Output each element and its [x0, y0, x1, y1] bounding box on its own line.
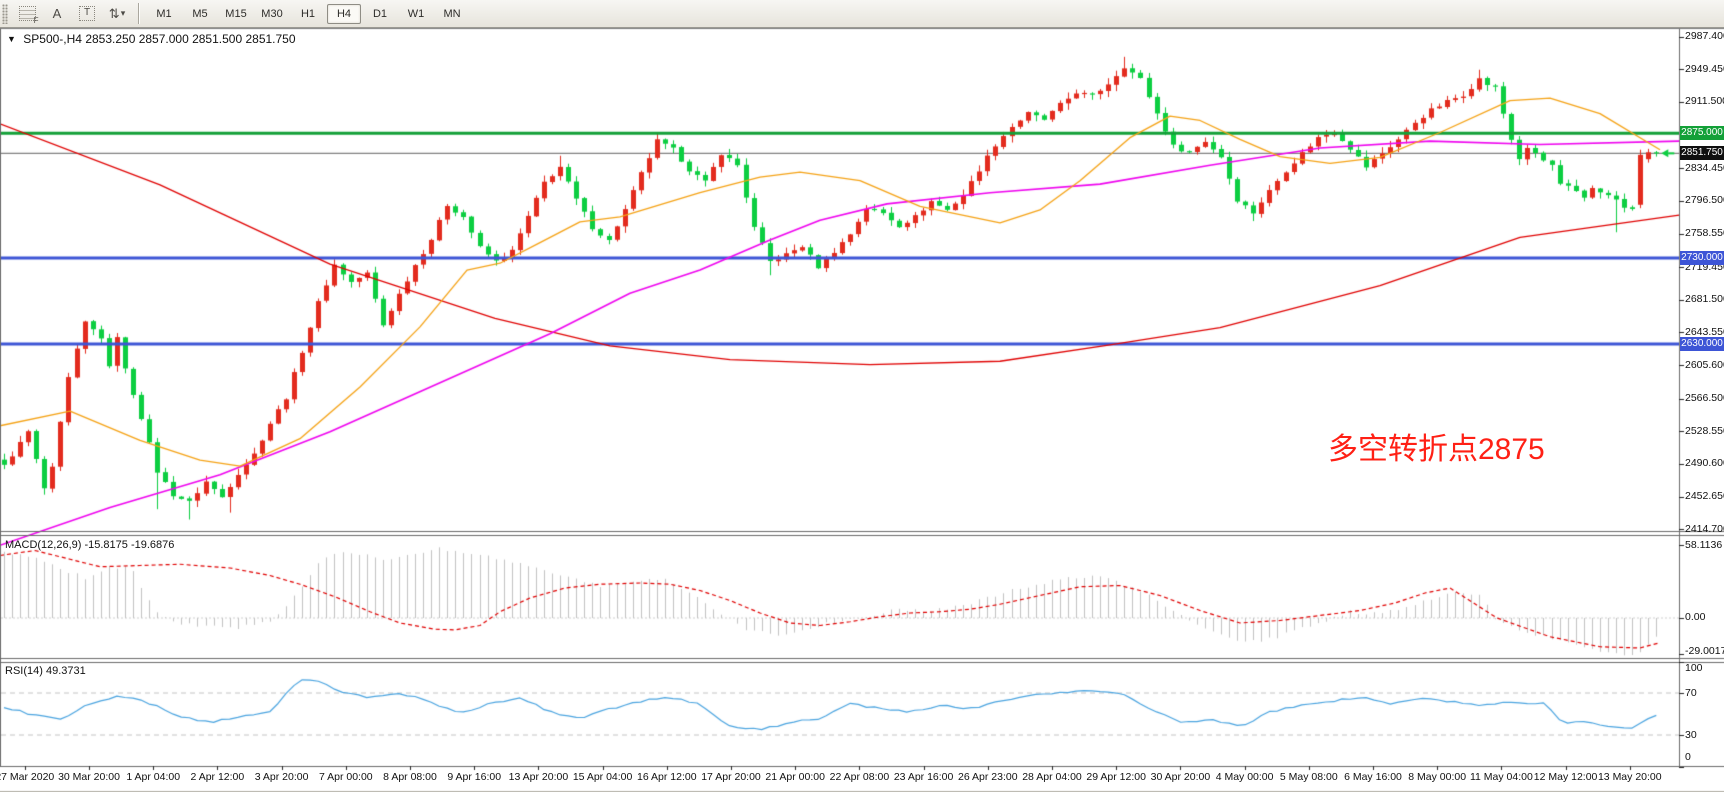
price-tick-label: 2796.500 — [1685, 194, 1724, 206]
font-a-icon[interactable]: A — [44, 2, 70, 25]
symbol-dropdown-icon[interactable]: ▼ — [7, 34, 16, 44]
rsi-indicator-label: RSI(14) 49.3731 — [5, 665, 86, 677]
resistance-level-badge: 2875.000 — [1680, 126, 1724, 140]
macd-axis-min: -29.0017 — [1685, 645, 1724, 657]
dotted-grid-f-icon-glyph: F — [19, 6, 36, 21]
chart-ohlc-values: 2853.250 2857.000 2851.500 2851.750 — [85, 32, 295, 46]
chart-annotation-text[interactable]: 多空转折点2875 — [1328, 424, 1545, 468]
support-level-badge-2: 2630.000 — [1680, 337, 1724, 351]
timeframe-button-m15[interactable]: M15 — [219, 4, 253, 24]
timeframe-button-h1[interactable]: H1 — [291, 4, 325, 24]
chart-symbol: SP500-,H4 — [23, 32, 82, 46]
cursor-arrows-glyph: ⇅ — [109, 6, 120, 22]
chart-title: ▼ SP500-,H4 2853.250 2857.000 2851.500 2… — [7, 32, 296, 46]
text-box-icon-glyph: T — [79, 6, 95, 21]
timeframe-button-group: M1M5M15M30H1H4D1W1MN — [146, 4, 470, 24]
timeframe-button-mn[interactable]: MN — [435, 4, 469, 24]
toolbar: F A T ⇅ ▾ M1M5M15M30H1H4D1W1MN — [0, 0, 1724, 28]
rsi-axis-70: 70 — [1685, 687, 1697, 699]
dotted-grid-f-icon[interactable]: F — [14, 2, 40, 25]
macd-axis-zero: 0.00 — [1685, 611, 1705, 623]
dropdown-caret-icon[interactable]: ▾ — [121, 8, 126, 19]
cursor-arrows-icon[interactable]: ⇅ ▾ — [104, 2, 130, 25]
trading-terminal-window: F A T ⇅ ▾ M1M5M15M30H1H4D1W1MN ▼ SP500-,… — [0, 0, 1724, 792]
price-tick-label: 2566.500 — [1685, 392, 1724, 404]
price-tick-label: 2681.500 — [1685, 293, 1724, 305]
timeframe-button-w1[interactable]: W1 — [399, 4, 433, 24]
toolbar-separator — [138, 3, 140, 24]
price-chart-canvas[interactable] — [0, 0, 1724, 792]
price-tick-label: 2528.550 — [1685, 425, 1724, 437]
price-tick-label: 2987.400 — [1685, 30, 1724, 42]
macd-indicator-label: MACD(12,26,9) -15.8175 -19.6876 — [5, 539, 174, 551]
price-tick-label: 2834.450 — [1685, 162, 1724, 174]
timeframe-button-m5[interactable]: M5 — [183, 4, 217, 24]
rsi-axis-100: 100 — [1685, 662, 1703, 674]
support-level-badge-1: 2730.000 — [1680, 251, 1724, 265]
price-tick-label: 2949.450 — [1685, 63, 1724, 75]
toolbar-drag-handle[interactable] — [2, 4, 8, 24]
rsi-axis-0: 0 — [1685, 751, 1691, 763]
timeframe-button-m1[interactable]: M1 — [147, 4, 181, 24]
price-tick-label: 2490.600 — [1685, 457, 1724, 469]
price-tick-label: 2414.700 — [1685, 523, 1724, 535]
text-box-icon[interactable]: T — [74, 2, 100, 25]
timeframe-button-d1[interactable]: D1 — [363, 4, 397, 24]
timeframe-button-m30[interactable]: M30 — [255, 4, 289, 24]
rsi-axis-30: 30 — [1685, 729, 1697, 741]
price-tick-label: 2758.550 — [1685, 227, 1724, 239]
macd-axis-max: 58.1136 — [1685, 539, 1722, 551]
price-tick-label: 2452.650 — [1685, 490, 1724, 502]
date-tick-label: 13 May 20:00 — [1582, 771, 1678, 783]
current-price-badge: 2851.750 — [1680, 146, 1724, 160]
price-tick-label: 2605.600 — [1685, 359, 1724, 371]
timeframe-button-h4[interactable]: H4 — [327, 4, 361, 24]
price-tick-label: 2911.500 — [1685, 95, 1724, 107]
